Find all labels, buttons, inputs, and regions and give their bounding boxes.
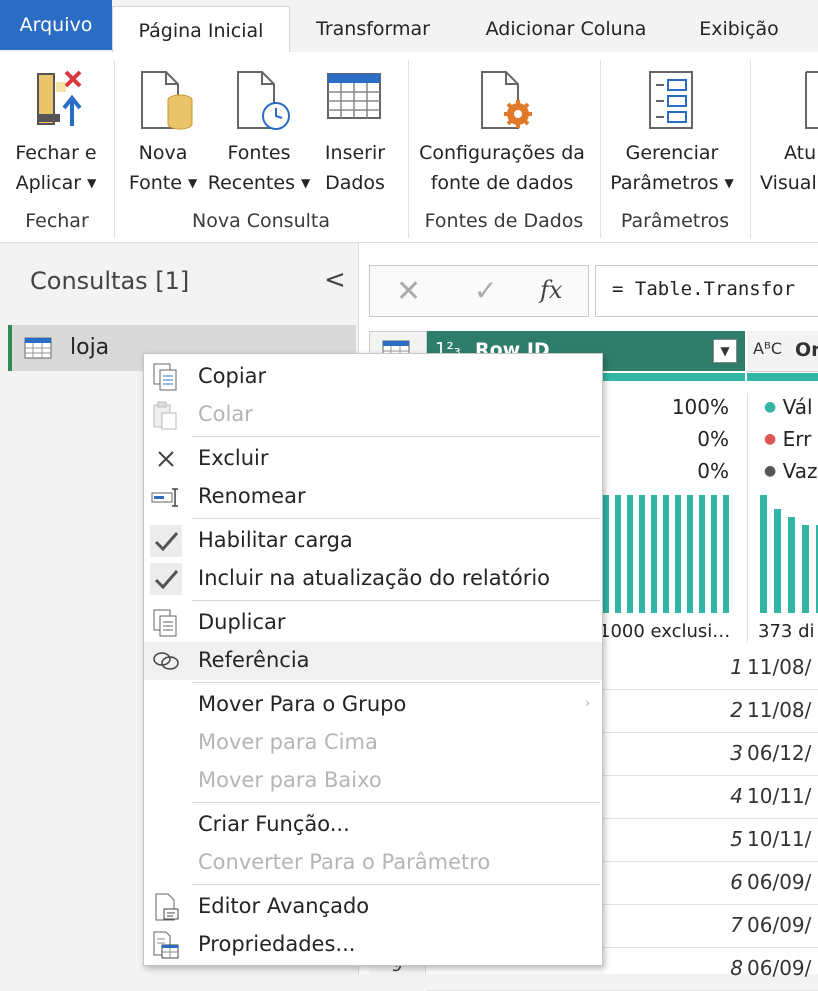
menu-item-rename[interactable]: Renomear [144, 478, 602, 516]
new-source-icon [141, 71, 193, 130]
formula-buttons: ✕ ✓ fx [369, 265, 589, 317]
checkmark-icon [150, 525, 182, 557]
column-header-or[interactable]: AᴮC Or [747, 331, 818, 372]
menu-item-duplicate[interactable]: Duplicar [144, 604, 602, 642]
recent-sources-icon [237, 71, 290, 130]
context-menu: Copiar Colar Excluir Renomear Habilitar … [143, 353, 603, 966]
menu-item-move-to-group[interactable]: Mover Para o Grupo › [144, 686, 602, 724]
data-source-settings-button[interactable]: Configurações da fonte de dados [416, 66, 588, 206]
queries-pane-title: Consultas [1] [30, 267, 190, 295]
column-profile-or: ● Vál ● Err ● Vaz 373 di [747, 393, 818, 643]
group-label-close: Fechar [25, 210, 89, 232]
menu-item-paste[interactable]: Colar [144, 396, 602, 434]
group-label-new-query: Nova Consulta [191, 210, 330, 232]
table-icon [24, 337, 52, 359]
tab-home[interactable]: Página Inicial [112, 6, 290, 54]
manage-parameters-button[interactable]: Gerenciar Parâmetros ▼ [606, 66, 738, 206]
cancel-formula-icon[interactable]: ✕ [396, 274, 421, 309]
formula-bar: ✕ ✓ fx = Table.Transfor [369, 265, 818, 317]
close-apply-button[interactable]: Fechar e Aplicar ▼ [8, 66, 104, 206]
recent-sources-button[interactable]: Fontes Recentes ▼ [206, 66, 312, 206]
parameters-icon [649, 71, 693, 129]
filter-dropdown-icon[interactable]: ▼ [713, 339, 737, 363]
menu-item-convert-parameter[interactable]: Converter Para o Parâmetro [144, 844, 602, 882]
advanced-editor-icon [155, 893, 179, 921]
menu-item-advanced-editor[interactable]: Editor Avançado [144, 888, 602, 926]
refresh-preview-button[interactable]: Atu Visuali [758, 66, 818, 206]
menu-separator [192, 600, 600, 601]
duplicate-icon [153, 609, 177, 637]
menu-item-copy[interactable]: Copiar [144, 358, 602, 396]
confirm-formula-icon[interactable]: ✓ [474, 274, 497, 307]
query-name: loja [70, 335, 110, 360]
menu-separator [192, 802, 600, 803]
close-apply-icon [37, 70, 82, 126]
group-label-data-sources: Fontes de Dados [424, 210, 584, 232]
enter-data-button[interactable]: Inserir Dados [314, 66, 396, 206]
tab-add-column[interactable]: Adicionar Coluna [472, 6, 660, 52]
tab-view[interactable]: Exibição [686, 6, 792, 52]
checkmark-icon [150, 563, 182, 595]
menu-item-reference[interactable]: Referência [144, 642, 602, 680]
refresh-icon [805, 71, 818, 129]
submenu-arrow-icon: › [585, 696, 590, 710]
tab-transform[interactable]: Transformar [300, 6, 446, 52]
formula-input[interactable]: = Table.Transfor [595, 265, 818, 317]
rename-icon [151, 488, 178, 507]
properties-icon [153, 931, 179, 959]
menu-item-enable-load[interactable]: Habilitar carga [144, 522, 602, 560]
copy-icon [153, 363, 177, 391]
group-label-parameters: Parâmetros [620, 210, 730, 232]
collapse-chevron-icon[interactable]: < [324, 265, 346, 295]
menu-item-include-refresh[interactable]: Incluir na atualização do relatório [144, 560, 602, 598]
ribbon: Fechar e Aplicar ▼ Nova Fonte ▼ Fontes R… [0, 52, 818, 243]
quality-bar [747, 373, 818, 381]
delete-x-icon [158, 451, 174, 467]
close-apply-label: Fechar e Aplicar ▼ [15, 142, 97, 194]
settings-gear-icon [481, 71, 532, 129]
distribution-chart [603, 495, 729, 613]
fx-icon[interactable]: fx [540, 276, 562, 304]
menu-item-move-up[interactable]: Mover para Cima [144, 724, 602, 762]
menu-item-properties[interactable]: Propriedades... [144, 926, 602, 964]
menu-item-delete[interactable]: Excluir [144, 440, 602, 478]
menu-separator [192, 518, 600, 519]
new-source-button[interactable]: Nova Fonte ▼ [124, 66, 202, 206]
text-type-icon[interactable]: AᴮC [753, 339, 782, 358]
reference-link-icon [153, 652, 179, 670]
group-separator [750, 60, 751, 238]
tab-file[interactable]: Arquivo [0, 0, 112, 50]
table-icon [327, 73, 381, 119]
column-profile-row-id: 100% 0% 0% 1000 exclusi… [599, 393, 745, 643]
distribution-chart [760, 495, 818, 613]
menu-separator [192, 884, 600, 885]
paste-icon [153, 401, 177, 430]
ribbon-tab-bar: Arquivo Página Inicial Transformar Adici… [0, 0, 818, 54]
menu-separator [192, 436, 600, 437]
menu-separator [192, 682, 600, 683]
menu-item-create-function[interactable]: Criar Função... [144, 806, 602, 844]
menu-item-move-down[interactable]: Mover para Baixo [144, 762, 602, 800]
